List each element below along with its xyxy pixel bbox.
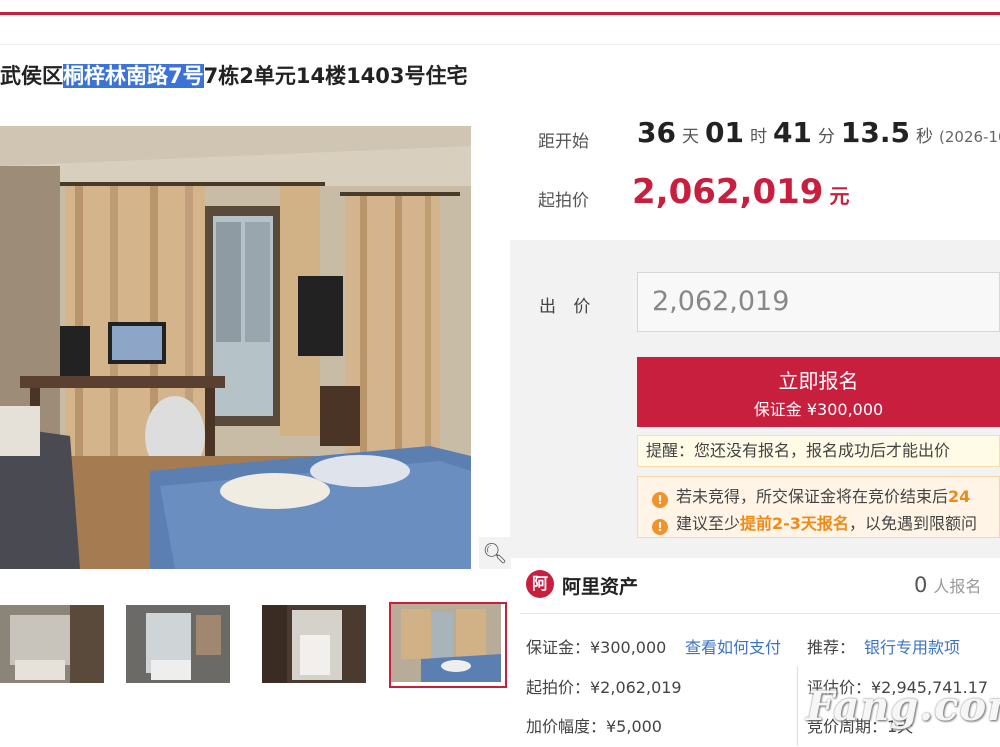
ali-assets-logo: 阿	[526, 570, 554, 598]
thumbnail-1[interactable]	[0, 605, 104, 683]
countdown-timer: 36天01时41分13.5 秒 (2026-10	[637, 116, 1000, 149]
seller-name[interactable]: 阿里资产	[562, 572, 638, 599]
seconds-unit: 秒	[916, 127, 933, 147]
signup-count: 0 人报名	[914, 573, 981, 597]
bid-input[interactable]: 2,062,019	[637, 272, 1000, 332]
hours-unit: 时	[749, 127, 767, 147]
bid-label: 出 价	[539, 297, 597, 317]
countdown-hours: 01	[704, 116, 744, 149]
zoom-button[interactable]: 🔍︎	[479, 537, 511, 569]
main-photo[interactable]	[0, 126, 471, 569]
signup-button[interactable]: 立即报名 保证金 ¥300,000	[637, 357, 1000, 427]
bank-account-link[interactable]: 银行专用款项	[864, 634, 960, 658]
thumbnail-3[interactable]	[262, 605, 366, 683]
minutes-unit: 分	[817, 127, 835, 147]
magnifier-icon: 🔍︎	[482, 541, 508, 565]
exclamation-icon: !	[652, 492, 668, 508]
deposit-info: 保证金：¥300,000	[526, 638, 667, 657]
start-price-info: 起拍价：¥2,062,019	[526, 678, 682, 697]
countdown-date: (2026-10	[939, 128, 1000, 146]
thumbnail-4-active[interactable]	[389, 602, 507, 688]
countdown-label: 距开始	[538, 132, 589, 152]
signup-count-number: 0	[914, 573, 928, 597]
signup-count-text: 人报名	[933, 577, 982, 596]
title-prefix: 武侯区	[0, 64, 63, 88]
notice-line-1: ! 若未竞得，所交保证金将在竞价结束后24	[652, 483, 970, 508]
notice-line-2: ! 建议至少提前2-3天报名，以免遇到限额问	[652, 510, 977, 535]
days-unit: 天	[681, 127, 699, 147]
notice-1-text: 若未竞得，所交保证金将在竞价结束后	[676, 487, 949, 506]
notice-2-text: 建议至少	[676, 514, 741, 533]
reminder-bar: 提醒：您还没有报名，报名成功后才能出价	[637, 435, 1000, 467]
info-divider	[520, 613, 1000, 614]
recommend-label: 推荐：	[807, 638, 856, 657]
start-price-label: 起拍价	[538, 191, 589, 211]
start-price-unit: 元	[829, 184, 850, 208]
fang-watermark: Fang.com	[806, 683, 1000, 730]
title-highlight: 桐梓林南路7号	[63, 64, 204, 88]
signup-button-deposit: 保证金 ¥300,000	[753, 400, 884, 419]
start-price-number: 2,062,019	[632, 172, 824, 212]
notice-2-suffix: ，以免遇到限额问	[848, 514, 977, 533]
top-accent-line	[0, 12, 1000, 15]
exclamation-icon: !	[652, 519, 668, 535]
info-vertical-divider	[797, 666, 798, 746]
title-suffix: 7栋2单元14楼1403号住宅	[203, 64, 468, 88]
increment-info: 加价幅度：¥5,000	[526, 717, 662, 736]
page-title: 武侯区桐梓林南路7号7栋2单元14楼1403号住宅	[0, 60, 468, 90]
start-price-value: 2,062,019 元	[632, 172, 849, 212]
notice-1-emphasis: 24	[948, 487, 971, 506]
countdown-days: 36	[637, 116, 676, 149]
notice-2-emphasis: 提前2-3天报名	[740, 514, 849, 533]
notice-box: ! 若未竞得，所交保证金将在竞价结束后24 ! 建议至少提前2-3天报名，以免遇到限…	[637, 476, 1000, 538]
how-to-pay-link[interactable]: 查看如何支付	[685, 634, 781, 658]
thumbnail-2[interactable]	[126, 605, 230, 683]
header-divider	[0, 44, 1000, 45]
countdown-minutes: 41	[772, 116, 812, 149]
signup-button-label: 立即报名	[778, 369, 859, 393]
countdown-seconds: 13.5	[840, 116, 910, 149]
